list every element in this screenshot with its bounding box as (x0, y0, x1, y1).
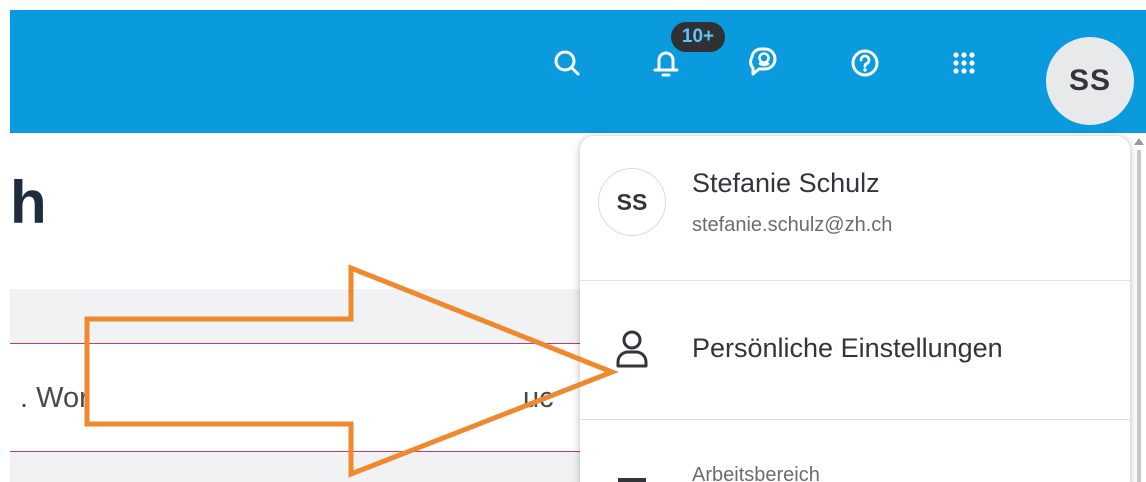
menu-item-label: Persönliche Einstellungen (692, 333, 1003, 363)
row-cell-text: . Wor (20, 382, 89, 414)
chat-icon (749, 47, 777, 76)
help-icon (851, 49, 879, 77)
scroll-up-arrow[interactable] (1134, 138, 1144, 145)
left-edge (0, 0, 10, 482)
user-menu-avatar: SS (598, 168, 666, 236)
menu-item-personal-settings[interactable]: Persönliche Einstellungen (580, 281, 1130, 419)
search-button[interactable] (547, 43, 587, 83)
table-row[interactable] (10, 344, 585, 451)
row-divider (10, 451, 585, 452)
help-button[interactable] (845, 43, 885, 83)
bell-icon (653, 51, 679, 77)
menu-divider (580, 419, 1130, 420)
notification-badge: 10+ (671, 22, 725, 52)
user-email: stefanie.schulz@zh.ch (692, 214, 893, 236)
scrollbar[interactable] (1137, 150, 1141, 482)
workspace-icon (618, 478, 646, 482)
user-name: Stefanie Schulz (692, 168, 880, 198)
search-icon (554, 50, 580, 76)
user-menu-popover: SS Stefanie Schulz stefanie.schulz@zh.ch… (580, 136, 1130, 482)
person-icon (616, 330, 648, 368)
user-avatar-button[interactable]: SS (1046, 37, 1134, 125)
chat-button[interactable] (743, 43, 783, 83)
row-divider (10, 343, 585, 344)
row-cell-text: uc (523, 382, 554, 414)
page-title: h (10, 169, 47, 236)
app-grid-button[interactable] (944, 43, 984, 83)
menu-item-workspace[interactable]: Arbeitsbereich (692, 464, 820, 482)
app-grid-icon (953, 52, 975, 74)
